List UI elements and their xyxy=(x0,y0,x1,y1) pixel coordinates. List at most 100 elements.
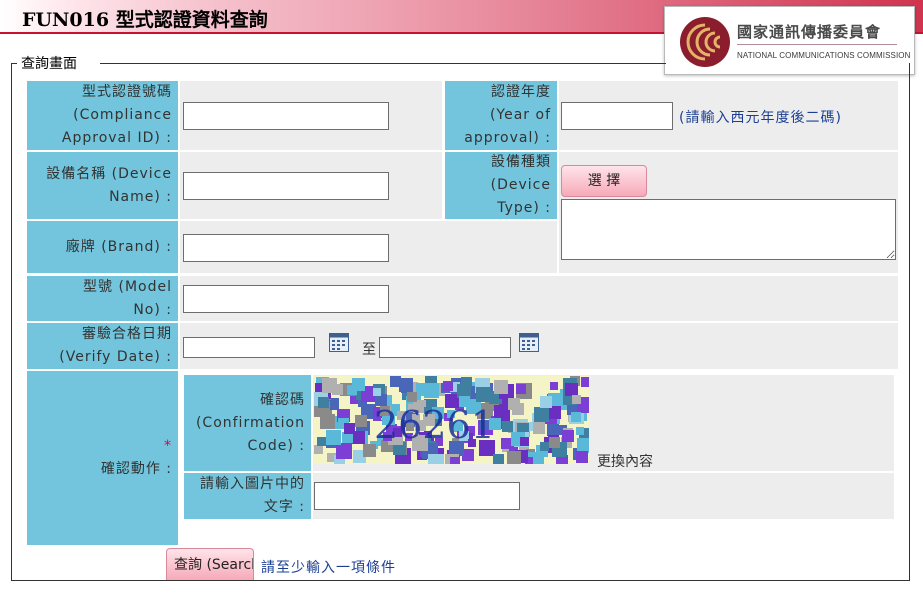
captcha-noise xyxy=(320,414,335,429)
label-line: No) : xyxy=(133,301,172,318)
captcha-noise xyxy=(550,382,558,390)
captcha-noise xyxy=(562,430,574,442)
captcha-input-label: 請輸入圖片中的 文字 : xyxy=(184,473,311,519)
label-line: 廠牌 (Brand) : xyxy=(65,238,172,255)
confirmation-code-label: 確認碼 (Confirmation Code) : xyxy=(184,375,311,471)
captcha-noise xyxy=(576,427,584,435)
captcha-noise xyxy=(493,454,504,464)
label-line: 設備名稱 (Device xyxy=(46,165,172,182)
captcha-noise xyxy=(494,380,508,394)
approval-year-label: 認證年度 (Year of approval) : xyxy=(445,81,557,150)
logo-divider xyxy=(737,44,897,45)
fieldset-border xyxy=(11,63,17,64)
captcha-noise xyxy=(399,378,413,392)
captcha-noise xyxy=(336,443,352,459)
device-type-label: 設備種類 (Device Type) : xyxy=(445,152,557,219)
label-line: 認證年度 xyxy=(491,84,551,100)
approval-id-input[interactable] xyxy=(183,102,389,130)
page-title: FUN016 型式認證資料查詢 xyxy=(22,9,268,31)
label-line: 請輸入圖片中的 xyxy=(200,476,305,492)
fieldset-border xyxy=(100,63,666,64)
device-type-textarea[interactable] xyxy=(561,199,896,260)
search-button[interactable]: 查詢 (Search) xyxy=(166,548,254,580)
calendar-icon[interactable] xyxy=(329,333,349,352)
captcha-text: 26261 xyxy=(374,403,495,447)
captcha-noise xyxy=(540,442,549,451)
ncc-emblem-icon xyxy=(680,17,730,67)
captcha-noise xyxy=(355,415,367,427)
captcha-noise xyxy=(476,387,491,402)
captcha-image: 26261 xyxy=(314,376,589,464)
device-name-label: 設備名稱 (Device Name) : xyxy=(27,152,178,219)
label-line: (Verify Date) : xyxy=(59,349,172,365)
captcha-noise xyxy=(577,438,589,453)
captcha-noise xyxy=(318,397,329,408)
verify-date-to-input[interactable] xyxy=(379,337,511,358)
captcha-noise xyxy=(572,395,581,404)
captcha-noise xyxy=(352,378,365,391)
captcha-input[interactable] xyxy=(314,482,520,510)
captcha-noise xyxy=(407,392,417,402)
captcha-noise xyxy=(501,438,512,449)
captcha-noise xyxy=(457,384,471,398)
label-line: Name) : xyxy=(109,188,172,205)
approval-id-label: 型式認證號碼 (Compliance Approval ID) : xyxy=(27,81,178,150)
label-line: 型號 (Model xyxy=(83,278,172,295)
captcha-noise xyxy=(416,383,429,396)
captcha-noise xyxy=(516,384,526,394)
label-line: (Confirmation xyxy=(195,414,305,431)
device-type-select-button[interactable]: 選 擇 xyxy=(561,165,647,197)
captcha-noise xyxy=(540,396,552,408)
fieldset-legend: 查詢畫面 xyxy=(21,56,77,72)
approval-year-hint: (請輸入西元年度後二碼) xyxy=(679,110,842,126)
captcha-noise xyxy=(565,383,578,396)
brand-label: 廠牌 (Brand) : xyxy=(27,221,178,273)
device-name-input[interactable] xyxy=(183,172,389,200)
captcha-noise xyxy=(502,421,513,432)
logo-english-name: NATIONAL COMMUNICATIONS COMMISSION xyxy=(737,51,911,60)
captcha-noise xyxy=(549,437,560,448)
captcha-noise xyxy=(576,451,588,463)
label-line: 設備種類 xyxy=(491,154,551,170)
approval-year-input[interactable] xyxy=(561,102,673,130)
label-line: Type) : xyxy=(497,200,551,216)
label-line: approval) : xyxy=(464,130,551,146)
captcha-noise xyxy=(326,430,341,445)
label-line: Code) : xyxy=(247,437,305,454)
captcha-noise xyxy=(571,412,581,422)
confirm-action-text: 確認動作 : xyxy=(100,461,172,477)
verify-date-from-input[interactable] xyxy=(183,337,315,358)
captcha-noise xyxy=(317,437,326,446)
refresh-captcha-link[interactable]: 更換內容 xyxy=(597,451,653,471)
verify-date-label: 審驗合格日期 (Verify Date) : xyxy=(27,323,178,369)
search-hint: 請至少輸入一項條件 xyxy=(261,560,396,576)
brand-input[interactable] xyxy=(183,234,389,262)
label-line: Approval ID) : xyxy=(61,130,172,146)
label-line: (Year of xyxy=(489,107,551,123)
captcha-noise xyxy=(507,451,521,464)
captcha-noise xyxy=(428,454,444,464)
label-line: 文字 : xyxy=(263,499,305,515)
logo-chinese-name: 國家通訊傳播委員會 xyxy=(737,23,882,41)
date-range-separator: 至 xyxy=(362,342,376,358)
label-line: 審驗合格日期 xyxy=(82,326,172,342)
model-label: 型號 (Model No) : xyxy=(27,276,178,321)
calendar-icon[interactable] xyxy=(519,333,539,352)
label-line: (Device xyxy=(490,177,551,193)
captcha-noise xyxy=(508,398,520,410)
captcha-noise xyxy=(533,422,545,434)
captcha-noise xyxy=(344,423,355,434)
model-input[interactable] xyxy=(183,285,389,313)
captcha-noise xyxy=(443,381,453,391)
captcha-noise xyxy=(373,388,381,396)
captcha-noise xyxy=(520,437,529,446)
captcha-noise xyxy=(534,407,549,422)
label-line: (Compliance xyxy=(73,107,172,123)
confirm-action-label: * 確認動作 : xyxy=(27,371,178,545)
required-star: * xyxy=(164,438,172,454)
label-line: 確認碼 xyxy=(260,391,305,408)
captcha-noise xyxy=(450,457,460,464)
label-line: * 確認動作 : xyxy=(101,435,172,481)
captcha-noise xyxy=(314,445,323,454)
captcha-noise xyxy=(581,377,589,387)
